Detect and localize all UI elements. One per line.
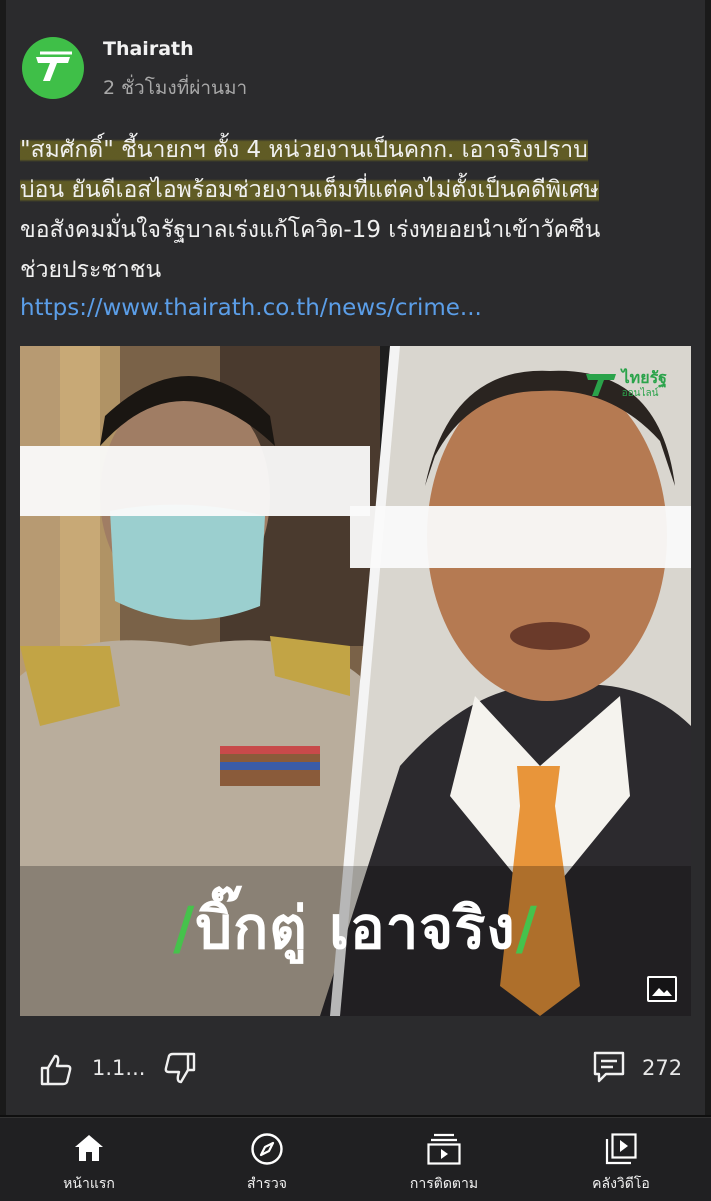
- thumbs-down-icon[interactable]: [162, 1050, 198, 1086]
- bottom-nav: หน้าแรก สำรวจ การติดตาม คลังวิดีโอ: [0, 1117, 711, 1201]
- avatar[interactable]: [22, 37, 84, 99]
- card-edge-right: [705, 0, 711, 1115]
- page-name[interactable]: Thairath: [103, 38, 194, 60]
- nav-item-video-library[interactable]: คลังวิดีโอ: [541, 1118, 701, 1201]
- gallery-icon[interactable]: [647, 976, 677, 1002]
- thairath-watermark-icon: [585, 374, 616, 396]
- watermark-sub: ออนไลน์: [621, 388, 659, 399]
- post-text-line-1: "สมศักดิ์" ชี้นายกฯ ตั้ง 4 หน่วยงานเป็นค…: [20, 137, 588, 163]
- post-link[interactable]: https://www.thairath.co.th/news/crime...: [20, 295, 690, 321]
- nav-label-explore: สำรวจ: [247, 1176, 287, 1192]
- compass-icon: [251, 1133, 283, 1165]
- post-time: 2 ชั่วโมงที่ผ่านมา: [103, 77, 248, 99]
- nav-item-home[interactable]: หน้าแรก: [9, 1118, 169, 1201]
- nav-label-video-library: คลังวิดีโอ: [592, 1176, 650, 1192]
- post-text-line-3: ขอสังคมมั่นใจรัฐบาลเร่งแก้โควิด-19 เร่งท…: [20, 217, 601, 243]
- post-text-line-2: บ่อน ยันดีเอสไอพร้อมช่วยงานเต็มที่แต่คงไ…: [20, 177, 599, 203]
- post-text-line-4: ช่วยประชาชน: [20, 257, 162, 283]
- thairath-logo-icon: [36, 51, 72, 81]
- watermark-main: ไทยรัฐ: [621, 368, 667, 387]
- like-count: 1.1...: [92, 1056, 146, 1080]
- card-edge-left: [0, 0, 6, 1115]
- comment-icon[interactable]: [592, 1050, 626, 1084]
- post-card: Thairath 2 ชั่วโมงที่ผ่านมา "สมศักดิ์" ช…: [0, 0, 711, 1115]
- nav-item-following[interactable]: การติดตาม: [364, 1118, 524, 1201]
- post-text: "สมศักดิ์" ชี้นายกฯ ตั้ง 4 หน่วยงานเป็นค…: [20, 130, 690, 290]
- post-actions: 1.1... 272: [0, 1040, 711, 1100]
- comment-count: 272: [642, 1056, 683, 1080]
- nav-label-home: หน้าแรก: [63, 1176, 115, 1192]
- image-caption: /บิ๊กตู่ เอาจริง/: [20, 881, 691, 974]
- caption-slash-right: /: [515, 894, 538, 962]
- video-library-icon: [605, 1133, 637, 1165]
- nav-label-following: การติดตาม: [409, 1176, 479, 1192]
- subscriptions-icon: [427, 1133, 461, 1165]
- thumbs-up-icon[interactable]: [38, 1052, 74, 1088]
- watermark-logo: ไทยรัฐ ออนไลน์: [584, 370, 667, 402]
- post-image[interactable]: ไทยรัฐ ออนไลน์ /บิ๊กตู่ เอาจริง/: [20, 346, 691, 1016]
- caption-slash-left: /: [173, 894, 196, 962]
- gallery-mountain-icon: [652, 988, 672, 996]
- nav-item-explore[interactable]: สำรวจ: [187, 1118, 347, 1201]
- home-icon: [75, 1135, 103, 1161]
- caption-text: บิ๊กตู่ เอาจริง: [195, 894, 516, 962]
